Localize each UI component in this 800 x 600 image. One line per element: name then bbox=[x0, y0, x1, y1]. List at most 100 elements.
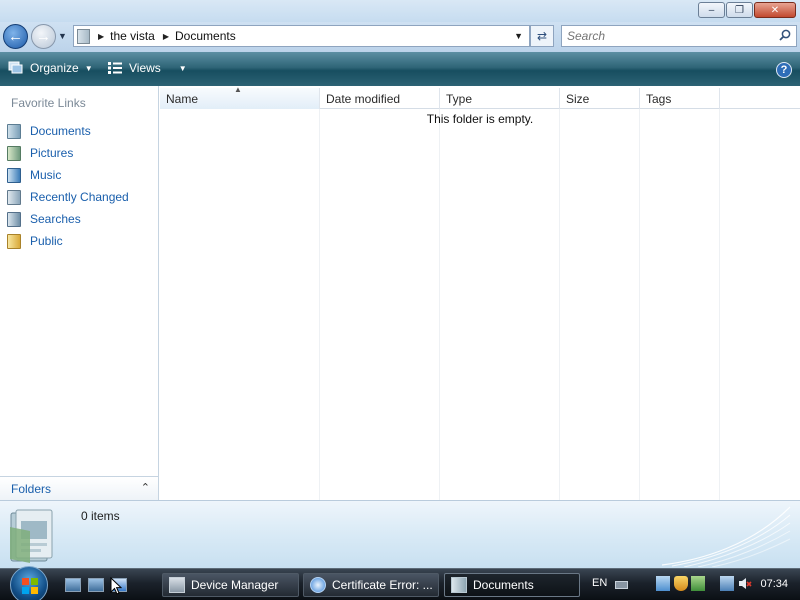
column-divider bbox=[639, 109, 640, 500]
sidebar-item-documents[interactable]: Documents bbox=[0, 120, 158, 142]
sort-ascending-icon: ▲ bbox=[234, 85, 242, 94]
sidebar-item-label: Pictures bbox=[30, 146, 74, 160]
sidebar-item-public[interactable]: Public bbox=[0, 230, 158, 252]
organize-label: Organize bbox=[30, 61, 79, 75]
organize-icon bbox=[8, 61, 23, 74]
column-divider bbox=[719, 109, 720, 500]
column-divider bbox=[319, 109, 320, 500]
forward-button[interactable]: → bbox=[31, 24, 56, 49]
public-folder-icon bbox=[7, 233, 21, 249]
chevron-up-icon[interactable]: ⌃ bbox=[141, 481, 150, 494]
chevron-down-icon: ▼ bbox=[84, 63, 93, 73]
folders-label: Folders bbox=[11, 481, 52, 496]
column-label: Type bbox=[446, 91, 473, 106]
column-label: Tags bbox=[646, 91, 672, 106]
taskbar-documents[interactable]: Documents bbox=[444, 573, 580, 597]
breadcrumb-documents[interactable]: Documents bbox=[175, 29, 236, 43]
column-label: Date modified bbox=[326, 91, 401, 106]
display-icon[interactable] bbox=[720, 576, 734, 591]
back-arrow-icon: ← bbox=[8, 28, 23, 45]
mouse-pointer-icon bbox=[110, 577, 122, 595]
favorite-links-list: Documents Pictures Music Recently Change… bbox=[0, 120, 158, 252]
task-label: Documents bbox=[473, 578, 534, 592]
recent-pages-dropdown[interactable]: ▼ bbox=[58, 31, 67, 41]
folder-icon bbox=[77, 28, 90, 44]
network-icon[interactable] bbox=[656, 576, 670, 591]
refresh-button[interactable]: ⇄ bbox=[530, 25, 554, 47]
sidebar-item-label: Public bbox=[30, 234, 63, 248]
windows-logo-icon bbox=[22, 578, 38, 594]
folders-toggle[interactable]: Folders ⌃ bbox=[0, 476, 158, 500]
command-bar: Organize ▼ Views ▼ ? bbox=[0, 52, 800, 86]
address-row: ← → ▼ ▶ the vista ▶ Documents ▼ ⇄ bbox=[0, 22, 800, 52]
sidebar-item-label: Searches bbox=[30, 212, 81, 226]
sidebar-item-pictures[interactable]: Pictures bbox=[0, 142, 158, 164]
keyboard-icon[interactable] bbox=[615, 581, 628, 589]
sidebar-item-label: Music bbox=[30, 168, 62, 182]
task-label: Device Manager bbox=[191, 578, 279, 592]
chevron-right-icon[interactable]: ▶ bbox=[98, 32, 104, 41]
folder-icon bbox=[451, 577, 467, 593]
forward-arrow-icon: → bbox=[36, 28, 51, 45]
searches-icon bbox=[7, 211, 21, 227]
details-pane: 0 items bbox=[0, 500, 800, 568]
views-icon bbox=[108, 62, 122, 74]
refresh-icon: ⇄ bbox=[536, 29, 548, 43]
address-dropdown-icon[interactable]: ▼ bbox=[514, 31, 523, 41]
chevron-down-icon: ▼ bbox=[178, 63, 187, 73]
language-indicator[interactable]: EN bbox=[592, 577, 607, 589]
close-button[interactable]: ✕ bbox=[754, 2, 796, 18]
file-list-view: ▲ Name Date modified Type Size Tags This… bbox=[160, 85, 800, 500]
windows-update-icon[interactable] bbox=[691, 576, 705, 591]
system-clock[interactable]: 07:34 bbox=[760, 578, 788, 590]
documents-icon bbox=[7, 123, 21, 139]
search-input[interactable] bbox=[562, 26, 767, 46]
taskbar-device-manager[interactable]: Device Manager bbox=[162, 573, 299, 597]
sidebar-item-searches[interactable]: Searches bbox=[0, 208, 158, 230]
back-button[interactable]: ← bbox=[3, 24, 28, 49]
sidebar-item-label: Recently Changed bbox=[30, 190, 129, 204]
search-box bbox=[561, 25, 797, 47]
column-header-size[interactable]: Size bbox=[560, 88, 640, 109]
security-shield-icon[interactable] bbox=[674, 576, 688, 591]
organize-button[interactable]: Organize ▼ bbox=[8, 61, 93, 75]
chevron-right-icon[interactable]: ▶ bbox=[163, 32, 169, 41]
sidebar-item-recently-changed[interactable]: Recently Changed bbox=[0, 186, 158, 208]
item-count: 0 items bbox=[81, 509, 120, 523]
taskbar-certificate-error[interactable]: Certificate Error: ... bbox=[303, 573, 439, 597]
music-icon bbox=[7, 167, 21, 183]
column-header-type[interactable]: Type bbox=[440, 88, 560, 109]
column-divider bbox=[439, 109, 440, 500]
column-divider bbox=[559, 109, 560, 500]
minimize-button[interactable]: – bbox=[698, 2, 725, 18]
column-headers: ▲ Name Date modified Type Size Tags bbox=[160, 85, 800, 109]
device-manager-icon bbox=[169, 577, 185, 593]
empty-folder-message: This folder is empty. bbox=[426, 112, 534, 126]
start-button[interactable] bbox=[10, 566, 48, 600]
column-header-date-modified[interactable]: Date modified bbox=[320, 88, 440, 109]
sidebar-item-label: Documents bbox=[30, 124, 91, 138]
internet-explorer-icon bbox=[310, 577, 326, 593]
task-label: Certificate Error: ... bbox=[332, 578, 433, 592]
volume-muted-icon[interactable] bbox=[738, 576, 752, 591]
views-button[interactable]: Views ▼ bbox=[107, 61, 187, 75]
column-header-name[interactable]: ▲ Name bbox=[160, 85, 320, 109]
window-title-bar: – ❐ ✕ bbox=[0, 0, 800, 22]
column-label: Size bbox=[566, 91, 590, 106]
favorite-links-heading: Favorite Links bbox=[11, 96, 86, 110]
column-label: Name bbox=[166, 91, 199, 106]
column-header-tags[interactable]: Tags bbox=[640, 88, 720, 109]
breadcrumb-the-vista[interactable]: the vista bbox=[110, 29, 155, 43]
pictures-icon bbox=[7, 145, 21, 161]
sidebar-item-music[interactable]: Music bbox=[0, 164, 158, 186]
maximize-button[interactable]: ❐ bbox=[726, 2, 753, 18]
help-button[interactable]: ? bbox=[776, 62, 792, 78]
navigation-pane: Favorite Links Documents Pictures Music … bbox=[0, 86, 159, 500]
address-bar[interactable]: ▶ the vista ▶ Documents ▼ bbox=[73, 25, 530, 47]
show-desktop-icon[interactable] bbox=[65, 578, 81, 592]
window-controls: – ❐ ✕ bbox=[698, 2, 796, 18]
views-label: Views bbox=[129, 61, 161, 75]
decorative-swoosh bbox=[662, 506, 791, 567]
switch-windows-icon[interactable] bbox=[88, 578, 104, 592]
search-icon[interactable] bbox=[779, 29, 791, 41]
